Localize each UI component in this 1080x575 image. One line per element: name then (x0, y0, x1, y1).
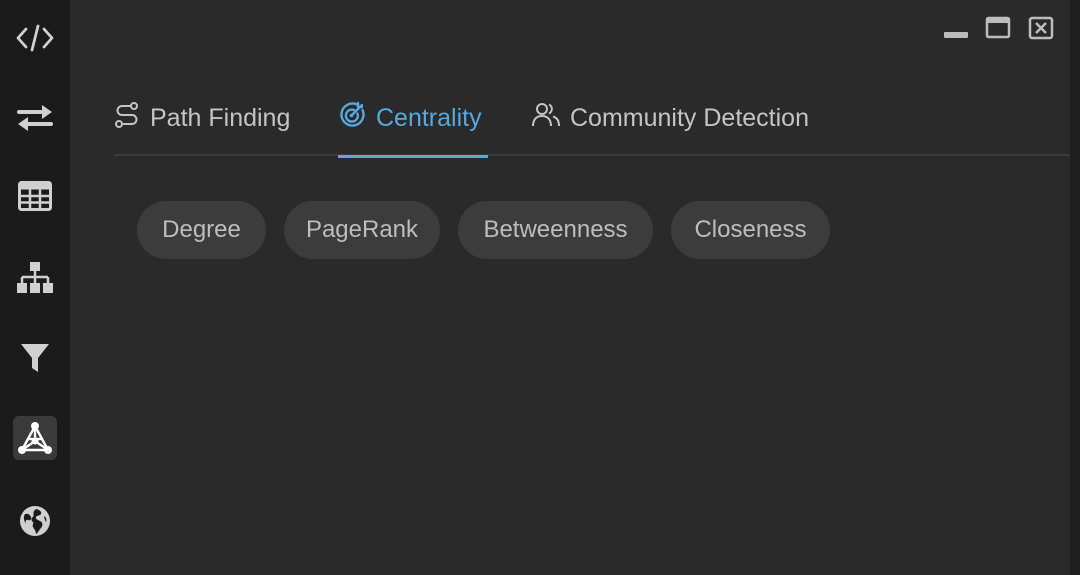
close-button[interactable] (1028, 16, 1054, 45)
hierarchy-icon (16, 261, 54, 295)
tab-label: Path Finding (150, 103, 291, 132)
algorithm-chip-closeness[interactable]: Closeness (671, 201, 830, 259)
sidebar-item-filter[interactable] (13, 336, 57, 380)
sidebar-item-hierarchy[interactable] (13, 256, 57, 300)
algorithm-chip-betweenness[interactable]: Betweenness (458, 201, 653, 259)
chip-label: Degree (162, 216, 241, 243)
sidebar-item-transform[interactable] (13, 96, 57, 140)
close-icon (1028, 16, 1054, 45)
target-icon (338, 101, 366, 136)
tab-label: Community Detection (570, 103, 809, 132)
app-window: Path Finding Centrality Community Detect… (0, 0, 1080, 575)
tab-community-detection[interactable]: Community Detection (532, 80, 809, 156)
code-icon (16, 23, 54, 53)
filter-icon (20, 342, 50, 374)
sidebar-item-code[interactable] (13, 16, 57, 60)
algorithm-category-tabs: Path Finding Centrality Community Detect… (114, 80, 1070, 158)
tab-path-finding[interactable]: Path Finding (114, 80, 290, 156)
algorithm-chip-degree[interactable]: Degree (137, 201, 266, 259)
window-edge (1070, 0, 1080, 575)
maximize-icon (985, 16, 1011, 45)
sidebar (0, 0, 70, 575)
graph-network-icon (17, 421, 53, 455)
tab-centrality[interactable]: Centrality (338, 80, 488, 158)
table-icon (18, 181, 52, 211)
chip-label: PageRank (305, 216, 419, 243)
users-icon (532, 102, 560, 135)
swap-arrows-icon (16, 104, 54, 132)
maximize-button[interactable] (985, 16, 1011, 45)
minimize-icon (943, 16, 969, 45)
sidebar-item-globe[interactable] (13, 499, 57, 543)
chip-label: Betweenness (483, 216, 628, 243)
chip-label: Closeness (694, 216, 807, 243)
algorithm-chip-pagerank[interactable]: PageRank (284, 201, 440, 259)
tab-label: Centrality (376, 103, 482, 132)
minimize-button[interactable] (943, 18, 969, 42)
sidebar-item-graph-algorithms[interactable] (13, 416, 57, 460)
route-icon (114, 101, 140, 135)
sidebar-item-table[interactable] (13, 174, 57, 218)
globe-icon (19, 505, 51, 537)
